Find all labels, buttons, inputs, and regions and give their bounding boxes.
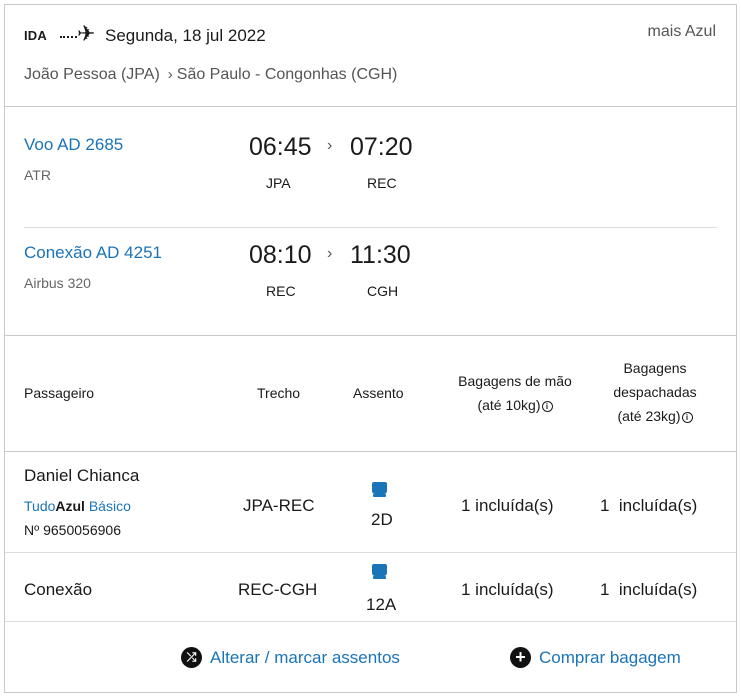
header-line: Bagagens de mão bbox=[458, 373, 572, 389]
chevron-right-icon: › bbox=[167, 66, 173, 83]
destination: São Paulo - Congonhas (CGH) bbox=[176, 66, 398, 83]
plane-icon: ✈ bbox=[77, 21, 96, 46]
aircraft: ATR bbox=[24, 167, 51, 183]
dotted-line bbox=[60, 36, 77, 38]
column-header-hand-baggage: Bagagens de mão (até 10kg) i bbox=[435, 369, 595, 417]
buy-baggage-label: Comprar bagagem bbox=[539, 647, 681, 667]
chevron-right-icon: › bbox=[327, 137, 333, 154]
checked-baggage-cell: 1 incluída(s) bbox=[600, 580, 698, 599]
column-header-seat: Assento bbox=[353, 385, 404, 401]
column-header-leg: Trecho bbox=[257, 385, 301, 401]
direction-label: IDA bbox=[24, 28, 47, 43]
header-line: (até 23kg) bbox=[617, 408, 681, 424]
info-icon[interactable]: i bbox=[541, 401, 553, 412]
seat-icon[interactable] bbox=[372, 482, 387, 497]
arrival-airport: REC bbox=[367, 175, 397, 191]
passenger-name: Daniel Chianca bbox=[24, 466, 140, 485]
actions-footer: ⤮ Alterar / marcar assentos + Comprar ba… bbox=[5, 622, 736, 693]
departure-time: 08:10 bbox=[249, 241, 312, 269]
tier-prefix: Tudo bbox=[24, 498, 56, 514]
divider bbox=[24, 227, 717, 228]
seat-cell[interactable]: 2D bbox=[371, 510, 393, 530]
tier-brand: Azul bbox=[55, 498, 85, 514]
arrival-time: 07:20 bbox=[350, 133, 413, 161]
seat-cell[interactable]: 12A bbox=[366, 595, 396, 615]
flight-number-link[interactable]: Conexão AD 4251 bbox=[24, 243, 162, 263]
flight-segment: Conexão AD 4251 Airbus 320 08:10 › 11:30… bbox=[5, 241, 736, 321]
table-header: Passageiro Trecho Assento Bagagens de mã… bbox=[5, 336, 736, 452]
member-number: Nº 9650056906 bbox=[24, 522, 121, 538]
tier-level: Básico bbox=[88, 498, 131, 514]
table-row: Daniel Chianca TudoAzul Básico Nº 965005… bbox=[5, 452, 736, 553]
departure-time: 06:45 bbox=[249, 133, 312, 161]
flight-date: Segunda, 18 jul 2022 bbox=[105, 26, 266, 45]
loyalty-tier: TudoAzul Básico bbox=[24, 498, 131, 514]
origin: João Pessoa (JPA) bbox=[24, 66, 160, 83]
header-line: Bagagens bbox=[623, 360, 687, 376]
route: João Pessoa (JPA) › São Paulo - Congonhas … bbox=[24, 66, 397, 84]
flight-number-link[interactable]: Voo AD 2685 bbox=[24, 135, 123, 155]
chevron-right-icon: › bbox=[327, 245, 333, 262]
itinerary-header: IDA ✈ Segunda, 18 jul 2022 mais Azul Joã… bbox=[5, 5, 736, 107]
flight-segments: Voo AD 2685 ATR 06:45 › 07:20 JPA REC Co… bbox=[5, 107, 736, 336]
table-row: Conexão REC-CGH 12A 1 incluída(s) 1 incl… bbox=[5, 553, 736, 622]
header-line: despachadas bbox=[613, 384, 697, 400]
hand-baggage-cell: 1 incluída(s) bbox=[461, 496, 554, 515]
header-line: (até 10kg) bbox=[477, 397, 541, 413]
info-icon[interactable]: i bbox=[681, 412, 693, 423]
change-seats-button[interactable]: ⤮ Alterar / marcar assentos bbox=[181, 647, 400, 668]
seat-icon[interactable] bbox=[372, 564, 387, 579]
flight-segment: Voo AD 2685 ATR 06:45 › 07:20 JPA REC bbox=[5, 133, 736, 213]
arrival-airport: CGH bbox=[367, 283, 399, 299]
buy-baggage-button[interactable]: + Comprar bagagem bbox=[510, 647, 681, 668]
departure-airport: REC bbox=[266, 283, 296, 299]
column-header-passenger: Passageiro bbox=[24, 385, 95, 401]
leg-cell: JPA-REC bbox=[243, 496, 315, 515]
aircraft: Airbus 320 bbox=[24, 275, 91, 291]
arrival-time: 11:30 bbox=[350, 241, 411, 269]
hand-baggage-cell: 1 incluída(s) bbox=[461, 580, 554, 599]
program-label: mais Azul bbox=[647, 23, 716, 40]
leg-cell: REC-CGH bbox=[238, 580, 318, 599]
departure-airport: JPA bbox=[266, 175, 291, 191]
itinerary-card: IDA ✈ Segunda, 18 jul 2022 mais Azul Joã… bbox=[4, 4, 737, 693]
checked-baggage-cell: 1 incluída(s) bbox=[600, 496, 698, 515]
passenger-name: Conexão bbox=[24, 580, 93, 599]
plus-icon: + bbox=[510, 647, 531, 668]
column-header-checked-baggage: Bagagens despachadas (até 23kg) i bbox=[595, 356, 715, 428]
change-seats-label: Alterar / marcar assentos bbox=[210, 647, 400, 667]
shuffle-icon: ⤮ bbox=[181, 647, 202, 668]
